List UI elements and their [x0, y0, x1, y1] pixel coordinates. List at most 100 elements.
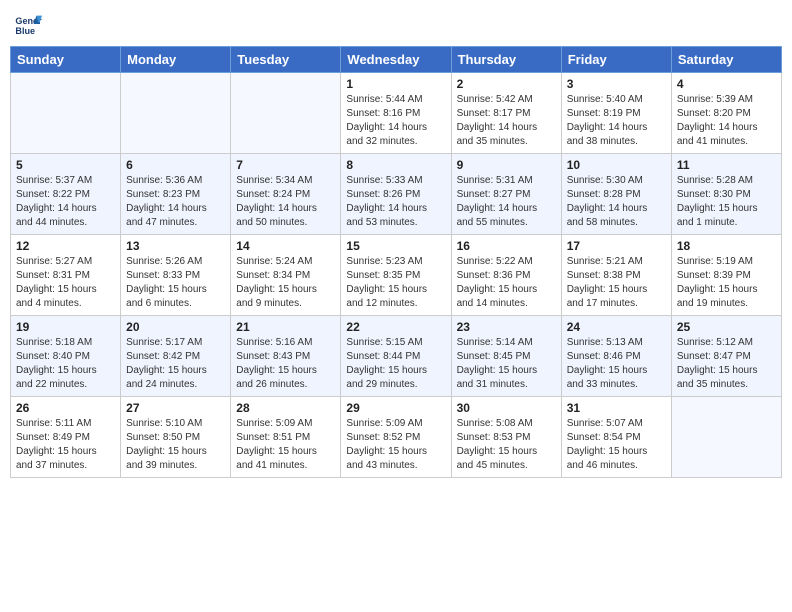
day-number: 29: [346, 401, 445, 415]
day-content: Sunrise: 5:08 AM Sunset: 8:53 PM Dayligh…: [457, 417, 556, 473]
day-number: 15: [346, 239, 445, 253]
calendar-cell: 24 Sunrise: 5:13 AM Sunset: 8:46 PM Dayli…: [561, 316, 671, 397]
day-header-monday: Monday: [121, 47, 231, 73]
day-number: 18: [677, 239, 776, 253]
calendar-cell: 14 Sunrise: 5:24 AM Sunset: 8:34 PM Dayli…: [231, 235, 341, 316]
day-number: 14: [236, 239, 335, 253]
day-number: 30: [457, 401, 556, 415]
calendar-cell: 20 Sunrise: 5:17 AM Sunset: 8:42 PM Dayli…: [121, 316, 231, 397]
calendar-cell: [11, 73, 121, 154]
day-number: 11: [677, 158, 776, 172]
day-content: Sunrise: 5:36 AM Sunset: 8:23 PM Dayligh…: [126, 174, 225, 230]
day-number: 12: [16, 239, 115, 253]
day-content: Sunrise: 5:16 AM Sunset: 8:43 PM Dayligh…: [236, 336, 335, 392]
day-content: Sunrise: 5:26 AM Sunset: 8:33 PM Dayligh…: [126, 255, 225, 311]
calendar-cell: [121, 73, 231, 154]
calendar-cell: 25 Sunrise: 5:12 AM Sunset: 8:47 PM Dayli…: [671, 316, 781, 397]
day-header-wednesday: Wednesday: [341, 47, 451, 73]
calendar-cell: 10 Sunrise: 5:30 AM Sunset: 8:28 PM Dayli…: [561, 154, 671, 235]
week-row-4: 19 Sunrise: 5:18 AM Sunset: 8:40 PM Dayli…: [11, 316, 782, 397]
day-content: Sunrise: 5:21 AM Sunset: 8:38 PM Dayligh…: [567, 255, 666, 311]
calendar-cell: 2Sunrise: 5:42 AM Sunset: 8:17 PM Daylig…: [451, 73, 561, 154]
calendar-cell: 22 Sunrise: 5:15 AM Sunset: 8:44 PM Dayli…: [341, 316, 451, 397]
day-content: Sunrise: 5:10 AM Sunset: 8:50 PM Dayligh…: [126, 417, 225, 473]
day-header-thursday: Thursday: [451, 47, 561, 73]
calendar-cell: 30 Sunrise: 5:08 AM Sunset: 8:53 PM Dayli…: [451, 397, 561, 478]
day-content: Sunrise: 5:19 AM Sunset: 8:39 PM Dayligh…: [677, 255, 776, 311]
svg-text:Blue: Blue: [15, 26, 35, 36]
day-number: 13: [126, 239, 225, 253]
day-number: 20: [126, 320, 225, 334]
day-number: 24: [567, 320, 666, 334]
day-content: Sunrise: 5:40 AM Sunset: 8:19 PM Dayligh…: [567, 93, 666, 149]
day-number: 6: [126, 158, 225, 172]
day-number: 7: [236, 158, 335, 172]
day-number: 1: [346, 77, 445, 91]
calendar-cell: 23 Sunrise: 5:14 AM Sunset: 8:45 PM Dayli…: [451, 316, 561, 397]
day-number: 8: [346, 158, 445, 172]
week-row-1: 1 Sunrise: 5:44 AM Sunset: 8:16 PM Daylig…: [11, 73, 782, 154]
day-content: Sunrise: 5:23 AM Sunset: 8:35 PM Dayligh…: [346, 255, 445, 311]
calendar-cell: 26 Sunrise: 5:11 AM Sunset: 8:49 PM Dayli…: [11, 397, 121, 478]
day-number: 22: [346, 320, 445, 334]
calendar-cell: 1 Sunrise: 5:44 AM Sunset: 8:16 PM Daylig…: [341, 73, 451, 154]
day-content: Sunrise: 5:44 AM Sunset: 8:16 PM Dayligh…: [346, 93, 445, 149]
calendar-cell: 11Sunrise: 5:28 AM Sunset: 8:30 PM Dayli…: [671, 154, 781, 235]
calendar-cell: 15 Sunrise: 5:23 AM Sunset: 8:35 PM Dayli…: [341, 235, 451, 316]
day-header-friday: Friday: [561, 47, 671, 73]
day-header-saturday: Saturday: [671, 47, 781, 73]
day-content: Sunrise: 5:09 AM Sunset: 8:51 PM Dayligh…: [236, 417, 335, 473]
day-number: 10: [567, 158, 666, 172]
day-content: Sunrise: 5:27 AM Sunset: 8:31 PM Dayligh…: [16, 255, 115, 311]
day-content: Sunrise: 5:07 AM Sunset: 8:54 PM Dayligh…: [567, 417, 666, 473]
day-content: Sunrise: 5:42 AM Sunset: 8:17 PM Dayligh…: [457, 93, 556, 149]
day-number: 27: [126, 401, 225, 415]
calendar-cell: 16 Sunrise: 5:22 AM Sunset: 8:36 PM Dayli…: [451, 235, 561, 316]
day-number: 19: [16, 320, 115, 334]
day-number: 25: [677, 320, 776, 334]
day-header-tuesday: Tuesday: [231, 47, 341, 73]
calendar-cell: 6 Sunrise: 5:36 AM Sunset: 8:23 PM Daylig…: [121, 154, 231, 235]
calendar-cell: 27 Sunrise: 5:10 AM Sunset: 8:50 PM Dayli…: [121, 397, 231, 478]
day-number: 16: [457, 239, 556, 253]
calendar-cell: 12 Sunrise: 5:27 AM Sunset: 8:31 PM Dayli…: [11, 235, 121, 316]
day-number: 31: [567, 401, 666, 415]
calendar-cell: 7 Sunrise: 5:34 AM Sunset: 8:24 PM Daylig…: [231, 154, 341, 235]
day-content: Sunrise: 5:22 AM Sunset: 8:36 PM Dayligh…: [457, 255, 556, 311]
calendar-cell: 18 Sunrise: 5:19 AM Sunset: 8:39 PM Dayli…: [671, 235, 781, 316]
day-number: 28: [236, 401, 335, 415]
calendar-cell: 29Sunrise: 5:09 AM Sunset: 8:52 PM Dayli…: [341, 397, 451, 478]
calendar-cell: 28 Sunrise: 5:09 AM Sunset: 8:51 PM Dayli…: [231, 397, 341, 478]
day-header-row: SundayMondayTuesdayWednesdayThursdayFrid…: [11, 47, 782, 73]
day-content: Sunrise: 5:15 AM Sunset: 8:44 PM Dayligh…: [346, 336, 445, 392]
calendar-cell: 8Sunrise: 5:33 AM Sunset: 8:26 PM Daylig…: [341, 154, 451, 235]
day-content: Sunrise: 5:12 AM Sunset: 8:47 PM Dayligh…: [677, 336, 776, 392]
day-content: Sunrise: 5:11 AM Sunset: 8:49 PM Dayligh…: [16, 417, 115, 473]
calendar-cell: 5 Sunrise: 5:37 AM Sunset: 8:22 PM Daylig…: [11, 154, 121, 235]
calendar-cell: 4Sunrise: 5:39 AM Sunset: 8:20 PM Daylig…: [671, 73, 781, 154]
calendar-cell: [671, 397, 781, 478]
calendar-cell: 21Sunrise: 5:16 AM Sunset: 8:43 PM Dayli…: [231, 316, 341, 397]
day-content: Sunrise: 5:37 AM Sunset: 8:22 PM Dayligh…: [16, 174, 115, 230]
day-content: Sunrise: 5:39 AM Sunset: 8:20 PM Dayligh…: [677, 93, 776, 149]
calendar-cell: 3 Sunrise: 5:40 AM Sunset: 8:19 PM Daylig…: [561, 73, 671, 154]
week-row-2: 5 Sunrise: 5:37 AM Sunset: 8:22 PM Daylig…: [11, 154, 782, 235]
day-content: Sunrise: 5:17 AM Sunset: 8:42 PM Dayligh…: [126, 336, 225, 392]
calendar-table: SundayMondayTuesdayWednesdayThursdayFrid…: [10, 46, 782, 478]
calendar-cell: 19 Sunrise: 5:18 AM Sunset: 8:40 PM Dayli…: [11, 316, 121, 397]
page-header: General Blue: [10, 10, 782, 38]
day-header-sunday: Sunday: [11, 47, 121, 73]
day-number: 26: [16, 401, 115, 415]
day-number: 23: [457, 320, 556, 334]
calendar-cell: [231, 73, 341, 154]
calendar-cell: 9Sunrise: 5:31 AM Sunset: 8:27 PM Daylig…: [451, 154, 561, 235]
day-content: Sunrise: 5:24 AM Sunset: 8:34 PM Dayligh…: [236, 255, 335, 311]
day-content: Sunrise: 5:30 AM Sunset: 8:28 PM Dayligh…: [567, 174, 666, 230]
day-content: Sunrise: 5:14 AM Sunset: 8:45 PM Dayligh…: [457, 336, 556, 392]
day-number: 5: [16, 158, 115, 172]
day-content: Sunrise: 5:13 AM Sunset: 8:46 PM Dayligh…: [567, 336, 666, 392]
day-content: Sunrise: 5:18 AM Sunset: 8:40 PM Dayligh…: [16, 336, 115, 392]
day-number: 3: [567, 77, 666, 91]
day-content: Sunrise: 5:31 AM Sunset: 8:27 PM Dayligh…: [457, 174, 556, 230]
day-content: Sunrise: 5:34 AM Sunset: 8:24 PM Dayligh…: [236, 174, 335, 230]
